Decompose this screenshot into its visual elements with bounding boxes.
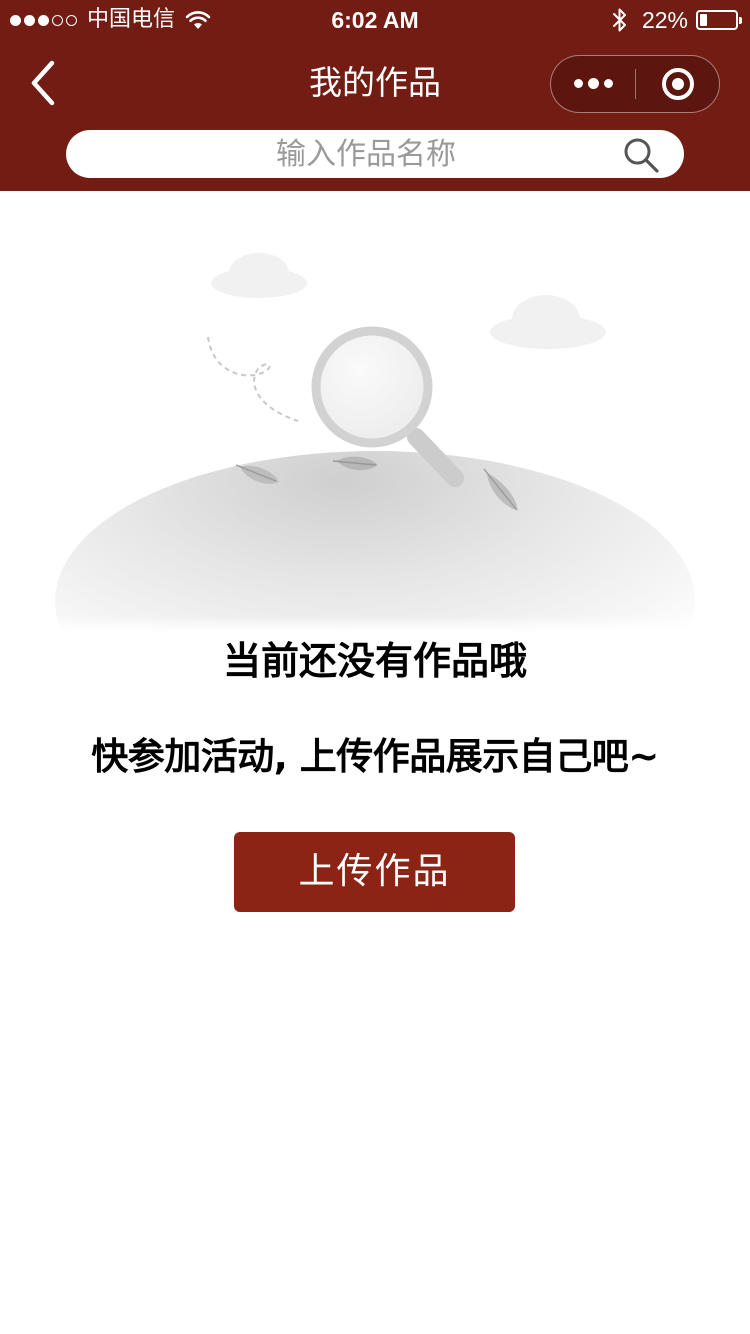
more-dot <box>588 78 599 89</box>
mini-program-capsule <box>550 55 720 113</box>
empty-state-subtitle: 快参加活动, 上传作品展示自己吧~ <box>91 735 659 778</box>
battery-percent: 22% <box>641 7 688 33</box>
battery-icon <box>696 10 742 30</box>
header: 中国电信 6:02 AM 22% 我的作品 <box>0 0 750 191</box>
target-close-icon <box>661 67 694 100</box>
more-dot <box>574 79 583 88</box>
status-bar: 中国电信 6:02 AM 22% <box>0 0 750 40</box>
search-icon <box>624 138 659 173</box>
search-bar <box>66 130 684 178</box>
empty-state-title: 当前还没有作品哦 <box>222 639 527 683</box>
battery-cap <box>739 17 742 24</box>
more-button[interactable] <box>551 56 636 111</box>
status-right: 22% <box>612 6 742 34</box>
search-button[interactable] <box>622 136 660 174</box>
empty-illustration <box>0 191 750 631</box>
upload-works-button[interactable]: 上传作品 <box>234 832 515 912</box>
search-input[interactable] <box>106 130 626 178</box>
navigation-bar: 我的作品 <box>0 40 750 126</box>
more-dot <box>604 79 613 88</box>
magnifier-on-hill-illustration <box>40 253 720 631</box>
cloud-left <box>211 253 307 298</box>
close-mini-program-button[interactable] <box>636 56 719 111</box>
cloud-right <box>490 295 606 349</box>
bluetooth-icon <box>612 8 626 32</box>
battery-level <box>700 14 708 26</box>
flight-path <box>207 336 299 422</box>
